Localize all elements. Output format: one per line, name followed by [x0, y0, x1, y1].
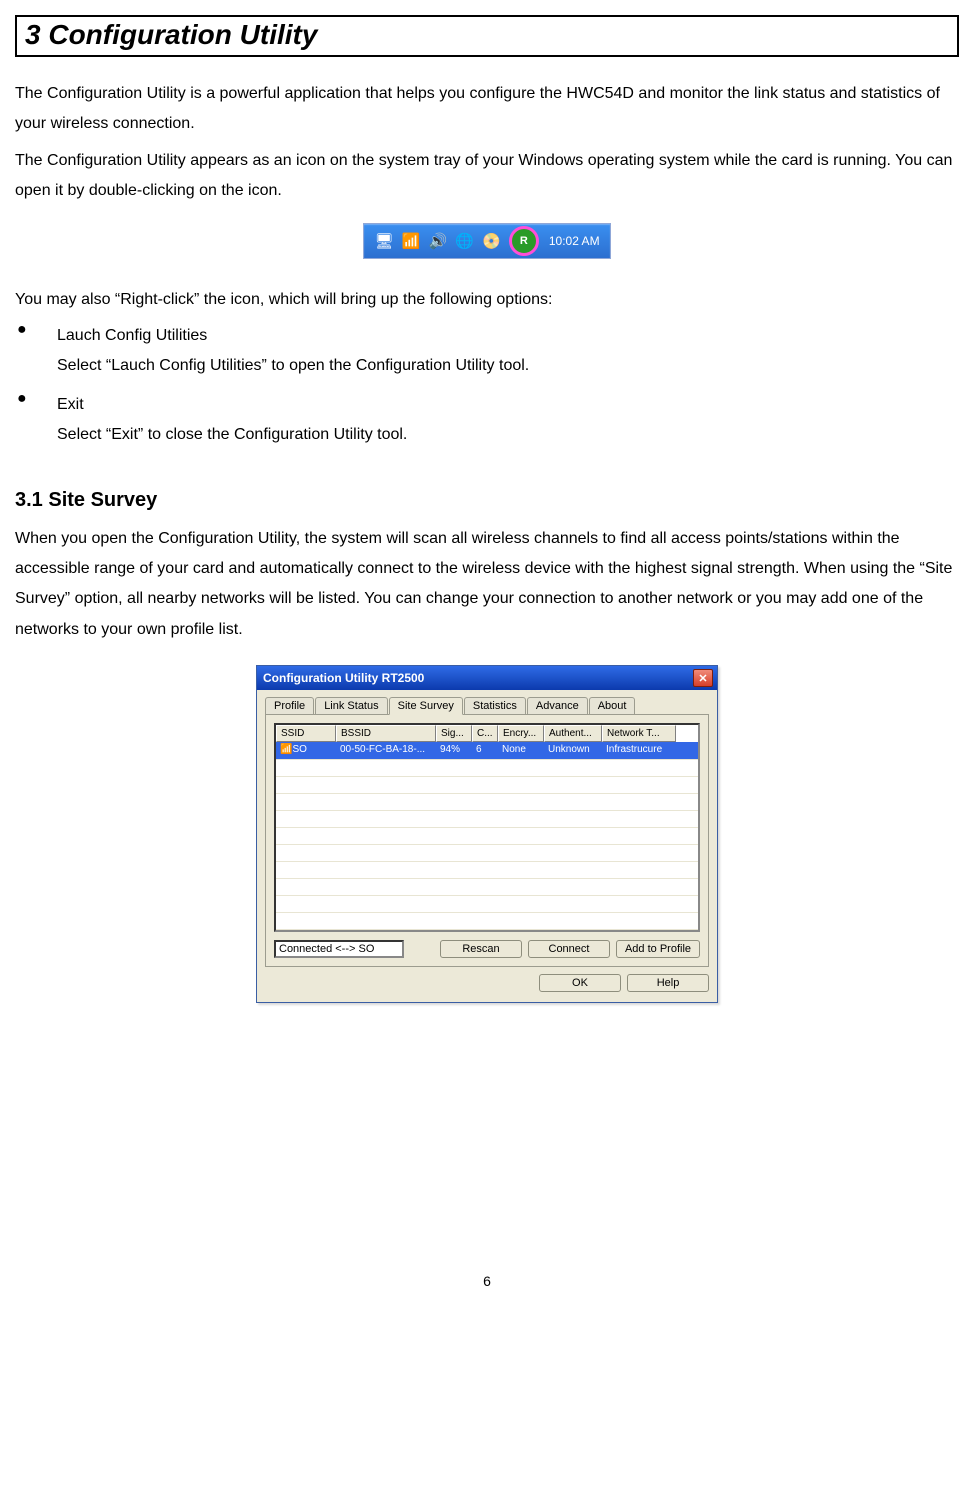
col-encryption[interactable]: Encry...	[498, 725, 544, 742]
bullet-title: Lauch Config Utilities	[57, 321, 959, 351]
add-to-profile-button[interactable]: Add to Profile	[616, 940, 700, 958]
table-row	[276, 896, 698, 913]
table-row	[276, 862, 698, 879]
cell-encryption: None	[498, 742, 544, 759]
chapter-title: 3 Configuration Utility	[25, 19, 949, 51]
help-button[interactable]: Help	[627, 974, 709, 992]
cell-bssid: 00-50-FC-BA-18-...	[336, 742, 436, 759]
table-row	[276, 794, 698, 811]
tabstrip: Profile Link Status Site Survey Statisti…	[257, 691, 717, 715]
cell-channel: 6	[472, 742, 498, 759]
bullet-dot-icon: ●	[15, 321, 57, 382]
cell-auth: Unknown	[544, 742, 602, 759]
network-icon: 📶	[280, 744, 292, 755]
config-dialog: Configuration Utility RT2500 ✕ Profile L…	[256, 665, 718, 1003]
tab-about[interactable]: About	[589, 697, 636, 715]
tab-statistics[interactable]: Statistics	[464, 697, 526, 715]
section-paragraph: When you open the Configuration Utility,…	[15, 524, 959, 646]
page-number: 6	[15, 1273, 959, 1289]
tray-clock: 10:02 AM	[549, 234, 600, 248]
cell-ssid: 📶SO	[276, 742, 336, 759]
intro-paragraph-1: The Configuration Utility is a powerful …	[15, 79, 959, 140]
cell-signal: 94%	[436, 742, 472, 759]
connection-status-field	[274, 940, 404, 958]
dialog-title: Configuration Utility RT2500	[263, 671, 424, 685]
dialog-footer: OK Help	[257, 967, 717, 1002]
close-button[interactable]: ✕	[693, 669, 713, 687]
bullet-desc: Select “Exit” to close the Configuration…	[57, 420, 959, 450]
table-row	[276, 760, 698, 777]
networks-table: SSID BSSID Sig... C... Encry... Authent.…	[274, 723, 700, 932]
rescan-button[interactable]: Rescan	[440, 940, 522, 958]
dialog-titlebar: Configuration Utility RT2500 ✕	[257, 666, 717, 690]
tray-icon-label: R	[520, 235, 528, 247]
connect-button[interactable]: Connect	[528, 940, 610, 958]
table-header-row: SSID BSSID Sig... C... Encry... Authent.…	[276, 725, 698, 742]
table-row	[276, 879, 698, 896]
table-row	[276, 845, 698, 862]
col-channel[interactable]: C...	[472, 725, 498, 742]
dialog-figure: Configuration Utility RT2500 ✕ Profile L…	[15, 665, 959, 1003]
col-ssid[interactable]: SSID	[276, 725, 336, 742]
table-row	[276, 913, 698, 930]
tab-link-status[interactable]: Link Status	[315, 697, 387, 715]
system-tray: 🖥 📶 🔊 🌐 📀 R 10:02 AM	[363, 223, 610, 259]
tab-body: SSID BSSID Sig... C... Encry... Authent.…	[265, 714, 709, 967]
config-utility-tray-icon[interactable]: R	[509, 226, 539, 256]
tray-other-icons: 🖥 📶 🔊 🌐 📀	[374, 232, 502, 250]
col-signal[interactable]: Sig...	[436, 725, 472, 742]
col-network-type[interactable]: Network T...	[602, 725, 676, 742]
ok-button[interactable]: OK	[539, 974, 621, 992]
bullet-desc: Select “Lauch Config Utilities” to open …	[57, 351, 959, 381]
intro-paragraph-2: The Configuration Utility appears as an …	[15, 146, 959, 207]
site-survey-button-row: Rescan Connect Add to Profile	[274, 940, 700, 958]
col-authentication[interactable]: Authent...	[544, 725, 602, 742]
systray-figure: 🖥 📶 🔊 🌐 📀 R 10:02 AM	[15, 223, 959, 259]
network-row-selected[interactable]: 📶SO 00-50-FC-BA-18-... 94% 6 None Unknow…	[276, 742, 698, 760]
bullet-item-1: ● Lauch Config Utilities Select “Lauch C…	[15, 321, 959, 382]
table-row	[276, 777, 698, 794]
tab-advance[interactable]: Advance	[527, 697, 588, 715]
chapter-title-box: 3 Configuration Utility	[15, 15, 959, 57]
bullet-item-2: ● Exit Select “Exit” to close the Config…	[15, 390, 959, 451]
right-click-intro: You may also “Right-click” the icon, whi…	[15, 285, 959, 315]
cell-ntype: Infrastrucure	[602, 742, 676, 759]
section-heading: 3.1 Site Survey	[15, 489, 959, 512]
table-row	[276, 811, 698, 828]
tab-site-survey[interactable]: Site Survey	[389, 697, 463, 715]
table-row	[276, 828, 698, 845]
bullet-title: Exit	[57, 390, 959, 420]
tab-profile[interactable]: Profile	[265, 697, 314, 715]
col-bssid[interactable]: BSSID	[336, 725, 436, 742]
bullet-dot-icon: ●	[15, 390, 57, 451]
ssid-value: SO	[292, 744, 306, 755]
close-icon: ✕	[698, 672, 707, 685]
